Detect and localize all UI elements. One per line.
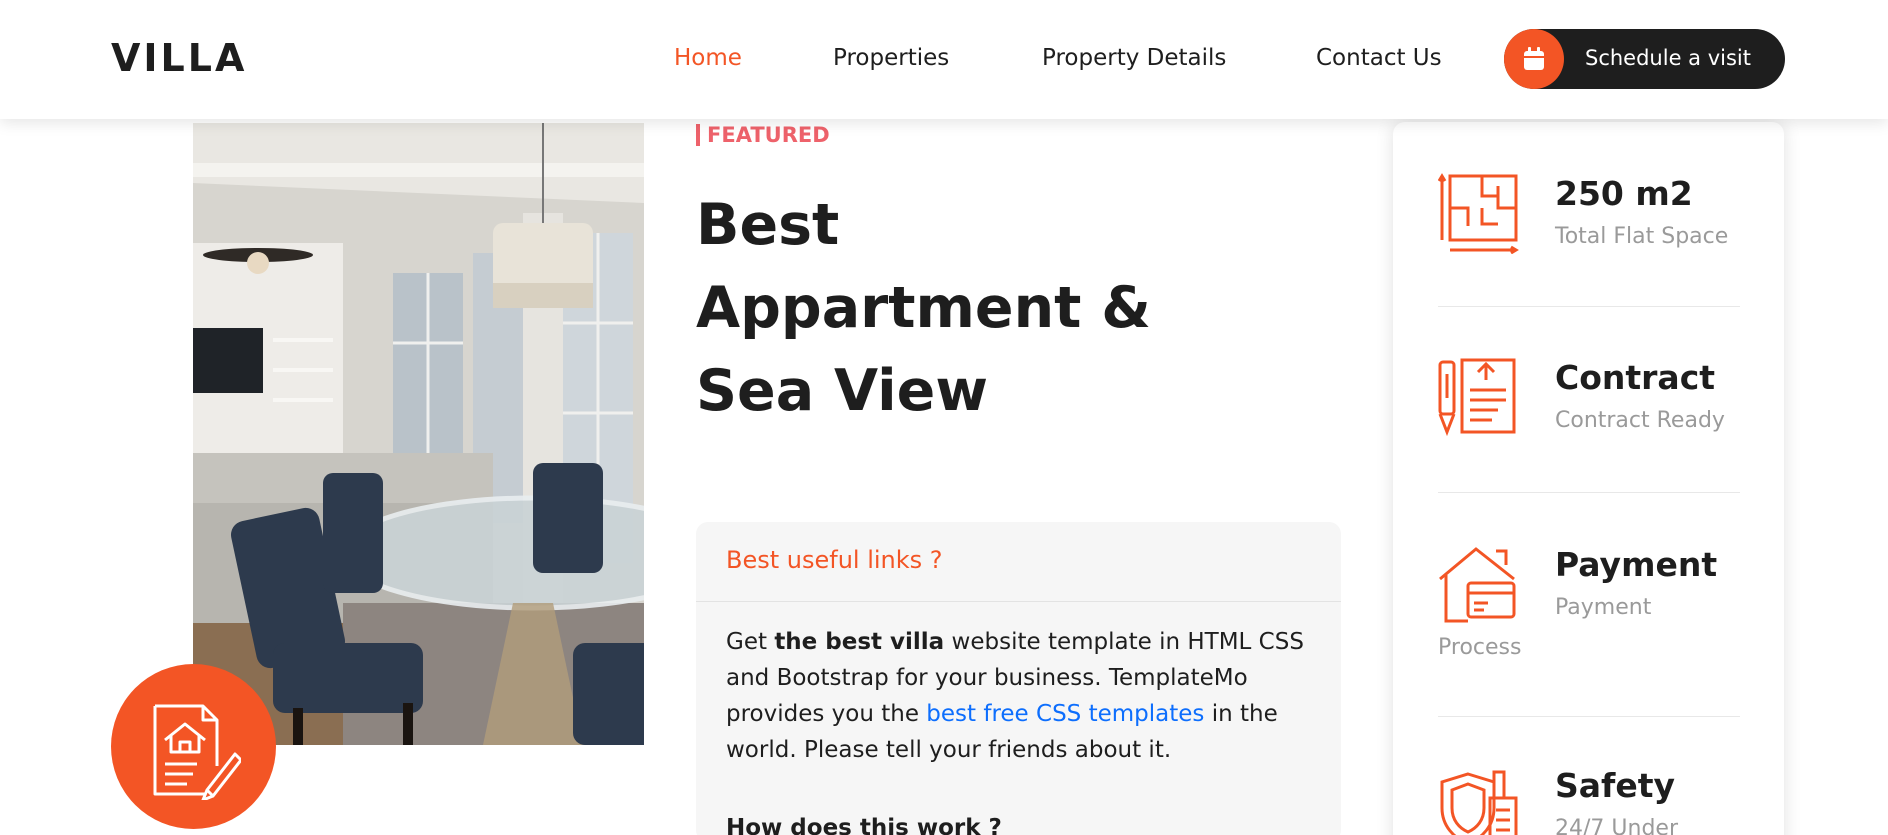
info-item-contract: Contract Contract Ready [1438, 358, 1740, 448]
body-text-1: Get [726, 629, 775, 655]
nav-home[interactable]: Home [674, 45, 742, 71]
site-header: VILLA Home Properties Property Details C… [0, 0, 1888, 119]
accordion-body: Get the best villa website template in H… [726, 624, 1316, 768]
info-card: 250 m2 Total Flat Space Contract Contrac… [1393, 122, 1784, 835]
accordion-heading: Best useful links ? [726, 546, 943, 574]
title-line-3: Sea View [696, 358, 988, 424]
contract-pen-icon [1438, 358, 1516, 437]
divider [1438, 716, 1740, 717]
calendar-icon-circle [1504, 29, 1564, 89]
info-item-space: 250 m2 Total Flat Space [1438, 172, 1740, 262]
accordion-header-how-it-works[interactable]: How does this work ? [726, 815, 1002, 835]
info-value: 250 m2 [1555, 174, 1693, 213]
page-title: Best Appartment & Sea View [696, 184, 1256, 433]
document-badge [111, 664, 276, 829]
templates-link[interactable]: best free CSS templates [926, 701, 1204, 727]
info-label: Contract Ready [1555, 408, 1725, 433]
featured-tag: FEATURED [696, 124, 830, 146]
divider [1438, 306, 1740, 307]
info-value: Safety [1555, 766, 1676, 805]
info-value: Payment [1555, 545, 1718, 584]
divider [1438, 492, 1740, 493]
nav-properties[interactable]: Properties [833, 45, 949, 71]
schedule-visit-label: Schedule a visit [1585, 46, 1751, 70]
accordion: Best useful links ? Get the best villa w… [696, 522, 1341, 835]
accordion-header-useful-links[interactable]: Best useful links ? [696, 522, 1341, 602]
info-label: 24/7 Under [1555, 816, 1678, 835]
title-line-2: Appartment & [696, 275, 1151, 341]
nav-contact-us[interactable]: Contact Us [1316, 45, 1442, 71]
shield-building-icon [1440, 770, 1518, 835]
info-label-line-2: Process [1438, 635, 1522, 660]
info-label: Total Flat Space [1555, 224, 1729, 249]
info-label-line-1: Payment [1555, 595, 1652, 620]
house-payment-card-icon [1439, 547, 1516, 623]
apartment-photo [193, 123, 644, 745]
title-line-1: Best [696, 192, 840, 258]
schedule-visit-button[interactable]: Schedule a visit [1504, 29, 1785, 89]
info-item-safety: Safety 24/7 Under [1438, 766, 1740, 835]
logo[interactable]: VILLA [111, 36, 247, 80]
calendar-icon [1524, 47, 1544, 70]
info-value: Contract [1555, 358, 1716, 397]
document-house-pen-icon [153, 704, 241, 800]
nav-property-details[interactable]: Property Details [1042, 45, 1226, 71]
body-bold: the best villa [774, 629, 945, 655]
info-item-payment: Payment Payment Process [1438, 545, 1740, 685]
floor-plan-icon [1438, 173, 1519, 254]
